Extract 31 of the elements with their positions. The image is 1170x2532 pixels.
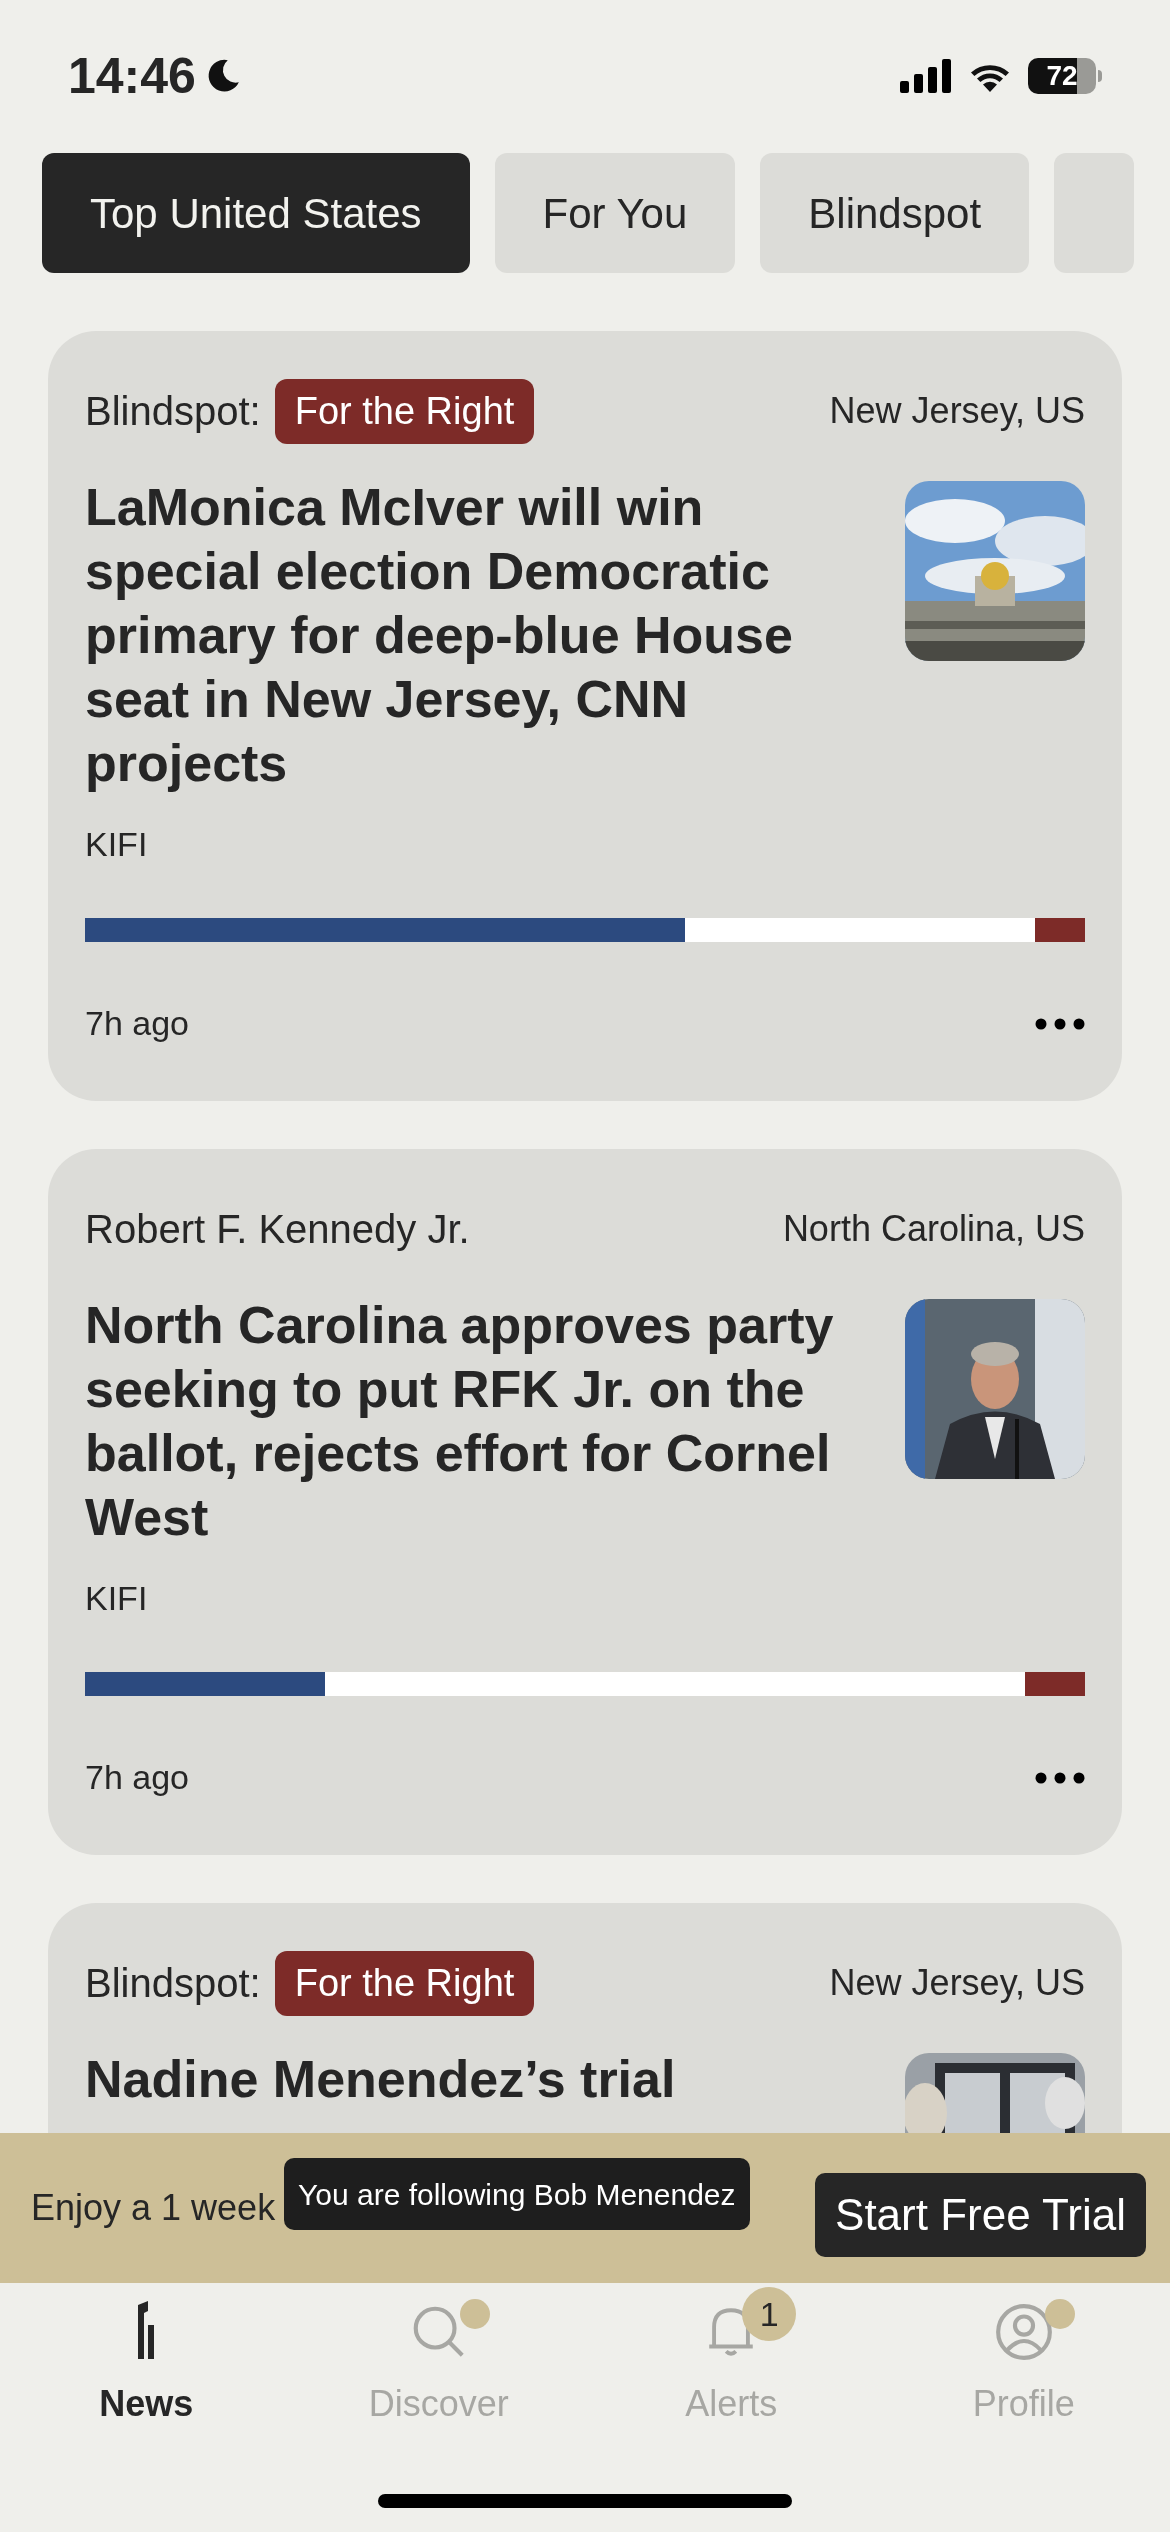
story-topic: Robert F. Kennedy Jr. — [85, 1206, 470, 1253]
tab[interactable]: For You — [494, 153, 736, 273]
alert-badge: 1 — [742, 2287, 797, 2341]
blindspot-tag: For the Right — [274, 378, 535, 444]
signal-icon — [900, 59, 952, 93]
story-source: KIFI — [85, 824, 149, 865]
start-trial-button[interactable]: Start Free Trial — [815, 2173, 1146, 2257]
story-headline[interactable]: LaMonica McIver will win special election Democratic primary for deep-blue House seat in New Jersey, CNN projects — [85, 475, 875, 795]
more-icon[interactable] — [1035, 1017, 1085, 1030]
status-time: 14:46 — [68, 46, 196, 106]
story-headline[interactable]: North Carolina approves party seeking to put RFK Jr. on the ballot, rejects effort for Cornel West — [85, 1293, 875, 1549]
story-source: KIFI — [85, 1578, 149, 1619]
story-time: 7h ago — [85, 1757, 189, 1798]
story-topic: Blindspot: — [85, 388, 261, 435]
story-location: North Carolina, US — [782, 1207, 1085, 1251]
nav-tab[interactable]: News — [0, 2283, 293, 2453]
tab[interactable]: Top United States — [42, 153, 470, 273]
story-location: New Jersey, US — [829, 389, 1085, 433]
story-card[interactable]: Blindspot: For the Right New Jersey, US LaMonica McIver will win special election Democratic primary for deep-blue House seat in New Jersey, CNN projects KIFI 7h ago — [48, 331, 1122, 1101]
tab[interactable]: Blindspot — [760, 153, 1030, 273]
blindspot-tag: For the Right — [274, 1950, 535, 2016]
more-icon[interactable] — [1035, 1771, 1085, 1784]
story-location: New Jersey, US — [829, 1961, 1085, 2005]
story-topic: Blindspot: — [85, 1960, 261, 2007]
nav-tab[interactable]: 1 Alerts — [585, 2283, 878, 2453]
story-card[interactable]: Robert F. Kennedy Jr. North Carolina, US North Carolina approves party seeking to put RFK Jr. on the ballot, rejects effort for Cornel West KIFI 7h ago — [48, 1149, 1122, 1855]
toast: You are following Bob Menendez — [284, 2158, 750, 2230]
story-time: 7h ago — [85, 1003, 189, 1044]
story-headline[interactable]: Nadine Menendez’s trial — [85, 2047, 875, 2133]
story-card[interactable]: Blindspot: For the Right New Jersey, US Nadine Menendez’s trial — [48, 1903, 1122, 2133]
promo-text: Enjoy a 1 week — [31, 2186, 276, 2230]
